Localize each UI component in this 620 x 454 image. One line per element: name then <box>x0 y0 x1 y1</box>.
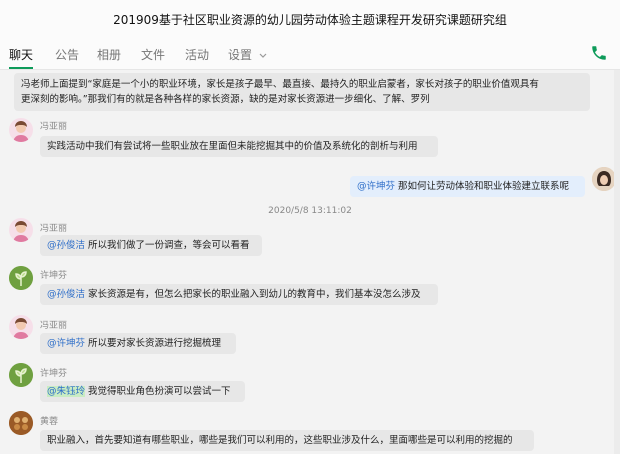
mention-link[interactable]: @孙俊洁 <box>47 289 85 300</box>
message-bubble: @孙俊洁 所以我们做了一份调查，等会可以看看 <box>40 235 262 256</box>
chevron-down-icon <box>259 53 267 58</box>
window-titlebar: 201909基于社区职业资源的幼儿园劳动体验主题课程开发研究课题研究组 <box>0 0 620 36</box>
tab-album[interactable]: 相册 <box>97 46 121 63</box>
avatar-girl-icon <box>9 315 33 339</box>
message-text: 所以要对家长资源进行挖掘梳理 <box>85 338 222 349</box>
avatar-plant-icon <box>9 363 33 387</box>
avatar[interactable] <box>9 118 33 142</box>
mention-link[interactable]: @许坤芬 <box>357 181 395 192</box>
avatar-photo-icon <box>592 167 616 191</box>
tab-chat[interactable]: 聊天 <box>9 46 33 63</box>
message-text: 我觉得职业角色扮演可以尝试一下 <box>85 386 231 397</box>
message-text: 所以我们做了一份调查，等会可以看看 <box>85 240 250 251</box>
message-text: 家长资源是有，但怎么把家长的职业融入到幼儿的教育中，我们基本没怎么涉及 <box>85 289 421 300</box>
mention-link[interactable]: @孙俊洁 <box>47 240 85 251</box>
avatar[interactable] <box>9 363 33 387</box>
message-bubble: 冯老师上面提到“家庭是一个小的职业环境，家长是孩子最早、最直接、最持久的职业启蒙… <box>14 73 590 111</box>
sender-name: 冯亚丽 <box>40 321 68 331</box>
sender-name: 冯亚丽 <box>40 122 68 132</box>
message-bubble: @朱钰玲 我觉得职业角色扮演可以尝试一下 <box>40 381 245 402</box>
avatar[interactable] <box>9 411 33 435</box>
my-avatar[interactable] <box>592 167 616 191</box>
avatar-plant-icon <box>9 266 33 290</box>
message-text-line: 更深刻的影响。”那我们有的就是各种各样的家长资源，缺的是对家长资源进一步细化、了… <box>21 94 430 105</box>
message-text-line: 冯老师上面提到“家庭是一个小的职业环境，家长是孩子最早、最直接、最持久的职业启蒙… <box>21 79 539 90</box>
sender-name: 冯亚丽 <box>40 224 68 234</box>
my-message-bubble: @许坤芬 那如何让劳动体验和职业体验建立联系呢 <box>350 176 585 197</box>
active-tab-indicator <box>9 67 33 69</box>
mention-link[interactable]: @许坤芬 <box>47 338 85 349</box>
tab-settings-label: 设置 <box>228 48 253 62</box>
mention-link[interactable]: @朱钰玲 <box>47 386 86 397</box>
chat-scrollbar[interactable] <box>614 70 620 454</box>
tab-files[interactable]: 文件 <box>141 46 165 63</box>
message-bubble: 职业融入，首先要知道有哪些职业，哪些是我们可以利用的，这些职业涉及什么，里面哪些… <box>40 430 534 451</box>
avatar-girl-icon <box>9 118 33 142</box>
tab-settings[interactable]: 设置 <box>228 46 267 63</box>
timestamp: 2020/5/8 13:11:02 <box>268 206 352 216</box>
message-bubble: @许坤芬 所以要对家长资源进行挖掘梳理 <box>40 333 236 354</box>
sender-name: 许坤芬 <box>40 369 68 379</box>
tab-activity[interactable]: 活动 <box>185 46 209 63</box>
avatar[interactable] <box>9 315 33 339</box>
avatar[interactable] <box>9 218 33 242</box>
chat-area[interactable]: 冯老师上面提到“家庭是一个小的职业环境，家长是孩子最早、最直接、最持久的职业启蒙… <box>0 70 620 454</box>
sender-name: 许坤芬 <box>40 271 68 281</box>
sender-name: 黄蓉 <box>40 417 59 427</box>
message-bubble: 实践活动中我们有尝试将一些职业放在里面但未能挖掘其中的价值及系统化的剖析与利用 <box>40 136 438 157</box>
message-text: 那如何让劳动体验和职业体验建立联系呢 <box>395 181 570 192</box>
tab-bar: 聊天 公告 相册 文件 活动 设置 <box>0 36 620 70</box>
avatar[interactable] <box>9 266 33 290</box>
avatar-pattern-icon <box>9 411 33 435</box>
avatar-girl-icon <box>9 218 33 242</box>
window-title: 201909基于社区职业资源的幼儿园劳动体验主题课程开发研究课题研究组 <box>113 13 507 27</box>
message-bubble: @孙俊洁 家长资源是有，但怎么把家长的职业融入到幼儿的教育中，我们基本没怎么涉及 <box>40 284 438 305</box>
tab-announcement[interactable]: 公告 <box>55 46 79 63</box>
message-text: 职业融入，首先要知道有哪些职业，哪些是我们可以利用的，这些职业涉及什么，里面哪些… <box>47 435 513 446</box>
phone-icon[interactable] <box>590 44 608 62</box>
message-text: 实践活动中我们有尝试将一些职业放在里面但未能挖掘其中的价值及系统化的剖析与利用 <box>47 141 418 152</box>
